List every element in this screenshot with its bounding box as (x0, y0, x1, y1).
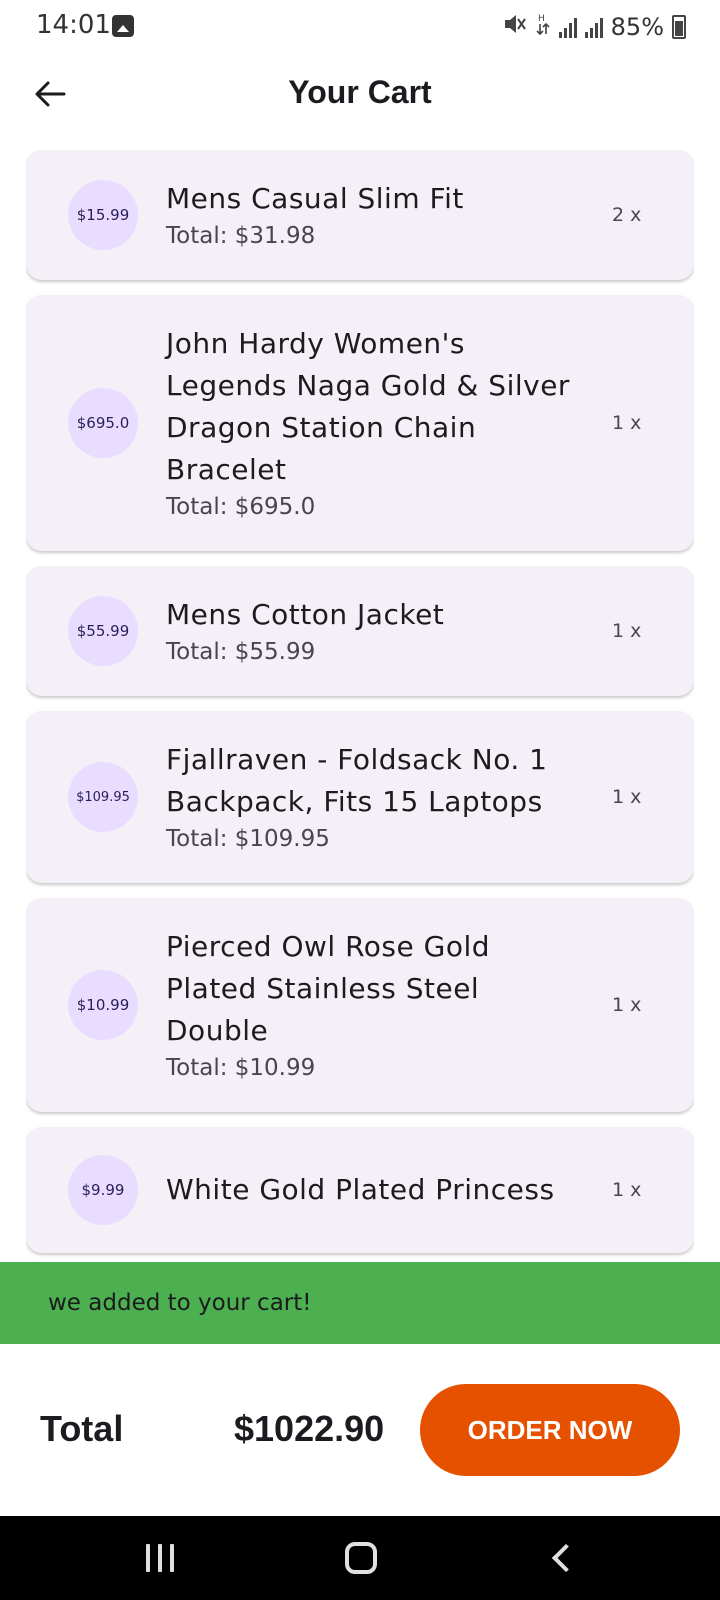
cart-item[interactable]: $55.99 Mens Cotton Jacket Total: $55.99 … (26, 566, 694, 696)
item-quantity: 1 x (612, 994, 642, 1016)
item-title: Pierced Owl Rose Gold Plated Stainless S… (166, 930, 491, 1047)
price-avatar: $55.99 (68, 596, 138, 666)
item-total: Total: $109.95 (166, 826, 330, 852)
item-title: Mens Casual Slim Fit (166, 182, 464, 215)
signal-icon (584, 16, 603, 38)
snackbar: we added to your cart! (0, 1262, 720, 1344)
item-quantity: 1 x (612, 1179, 642, 1201)
item-total: Total: $55.99 (166, 639, 316, 665)
price-avatar: $695.0 (68, 388, 138, 458)
item-quantity: 1 x (612, 412, 642, 434)
cart-item[interactable]: $9.99 White Gold Plated Princess 1 x (26, 1127, 694, 1253)
page-title: Your Cart (288, 74, 432, 110)
price-avatar: $10.99 (68, 970, 138, 1040)
cart-item[interactable]: $109.95 Fjallraven - Foldsack No. 1 Back… (26, 711, 694, 883)
total-label: Total (40, 1408, 124, 1449)
order-now-button[interactable]: ORDER NOW (420, 1384, 680, 1476)
gallery-icon (112, 15, 134, 37)
battery-percent: 85% (610, 13, 664, 41)
status-icons: H 85% (503, 12, 686, 42)
total-value: $1022.90 (234, 1408, 385, 1449)
svg-text:H: H (538, 14, 545, 24)
app-bar: Your Cart (0, 56, 720, 132)
item-quantity: 1 x (612, 786, 642, 808)
recents-icon[interactable] (146, 1544, 174, 1572)
status-time: 14:01 (36, 10, 111, 40)
battery-icon (672, 15, 686, 39)
system-nav-bar (0, 1516, 720, 1600)
cart-list[interactable]: $15.99 Mens Casual Slim Fit Total: $31.9… (26, 150, 694, 1262)
status-bar: 14:01 H 85% (0, 0, 720, 52)
nav-back-icon[interactable] (551, 1543, 581, 1573)
price-avatar: $109.95 (68, 762, 138, 832)
home-icon[interactable] (345, 1542, 377, 1574)
item-total: Total: $10.99 (166, 1055, 316, 1081)
data-arrows-icon: H (535, 12, 551, 42)
item-total: Total: $695.0 (166, 494, 316, 520)
cart-item[interactable]: $695.0 John Hardy Women's Legends Naga G… (26, 295, 694, 551)
item-title: Mens Cotton Jacket (166, 598, 445, 631)
item-title: John Hardy Women's Legends Naga Gold & S… (166, 327, 570, 486)
total-bar: Total $1022.90 ORDER NOW (0, 1344, 720, 1516)
item-total: Total: $31.98 (166, 223, 316, 249)
mute-icon (503, 13, 527, 41)
snackbar-message: we added to your cart! (48, 1290, 312, 1316)
signal-icon (558, 16, 577, 38)
item-quantity: 1 x (612, 620, 642, 642)
item-title: White Gold Plated Princess (166, 1173, 555, 1206)
item-quantity: 2 x (612, 204, 642, 226)
cart-item[interactable]: $10.99 Pierced Owl Rose Gold Plated Stai… (26, 898, 694, 1112)
price-avatar: $15.99 (68, 180, 138, 250)
cart-item[interactable]: $15.99 Mens Casual Slim Fit Total: $31.9… (26, 150, 694, 280)
price-avatar: $9.99 (68, 1155, 138, 1225)
item-title: Fjallraven - Foldsack No. 1 Backpack, Fi… (166, 743, 548, 818)
